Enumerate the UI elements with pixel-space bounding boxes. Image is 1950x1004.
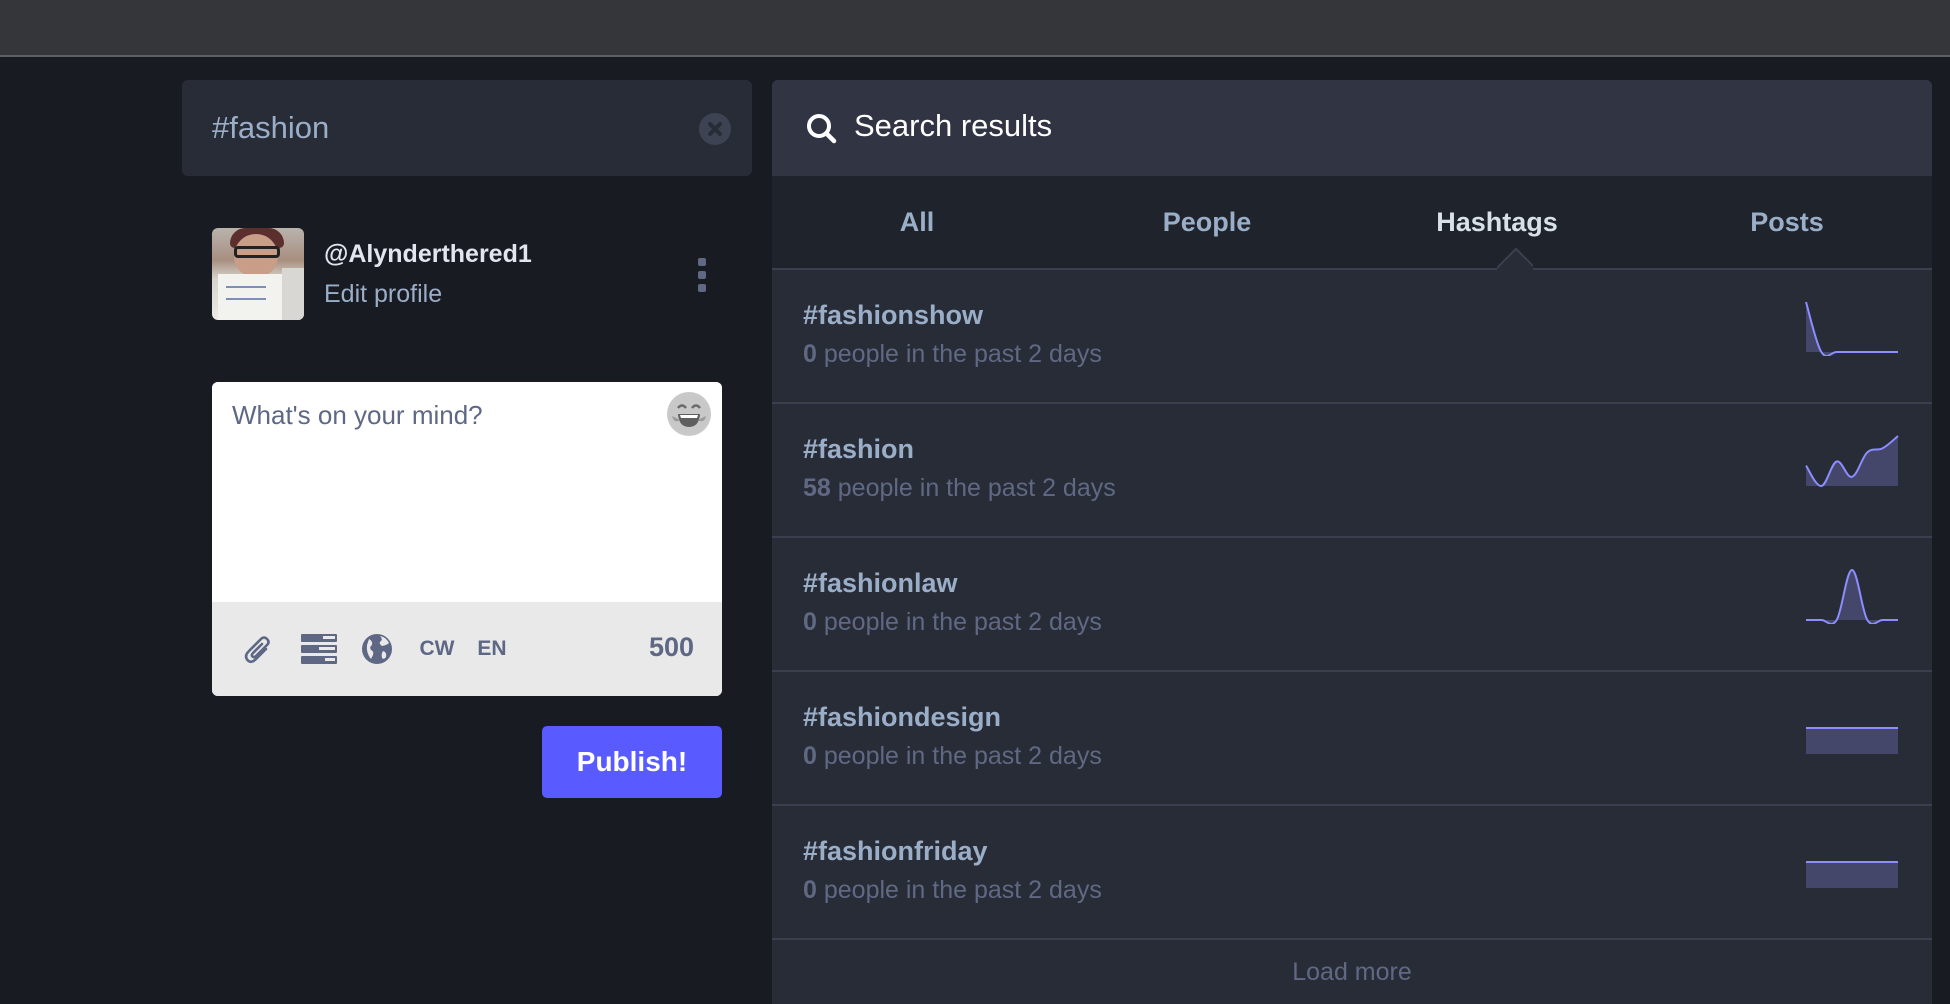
sparkline-area <box>1806 436 1898 487</box>
search-tabs: All People Hashtags Posts <box>772 176 1932 270</box>
search-box <box>182 80 752 176</box>
edit-profile-link[interactable]: Edit profile <box>324 280 442 309</box>
hashtag-sparkline <box>1806 568 1898 624</box>
search-icon <box>807 114 837 144</box>
paperclip-icon <box>244 636 270 664</box>
hashtag-row[interactable]: #fashionshow 0 people in the past 2 days <box>772 270 1932 404</box>
hashtag-sparkline <box>1806 861 1898 888</box>
clear-circle-icon <box>708 122 722 136</box>
language-button[interactable]: EN <box>475 632 509 666</box>
hashtag-count: 0 <box>803 340 817 368</box>
hashtag-count: 58 <box>803 474 831 502</box>
hashtag-list: #fashionshow 0 people in the past 2 days… <box>772 270 1932 940</box>
hashtag-stat: 0 people in the past 2 days <box>803 742 1102 771</box>
hashtag-stat: 0 people in the past 2 days <box>803 876 1102 905</box>
hashtag-sparkline <box>1806 727 1898 754</box>
hashtag-stat-text: people in the past 2 days <box>816 340 1102 368</box>
vertical-ellipsis-icon <box>698 258 706 266</box>
sparkline-area <box>1806 728 1898 754</box>
hashtag-stat: 0 people in the past 2 days <box>803 340 1102 369</box>
poll-bars-icon <box>301 634 337 664</box>
hashtag-stat-text: people in the past 2 days <box>816 608 1102 636</box>
compose-toolbar: CW EN 500 <box>212 602 722 696</box>
tab-all[interactable]: All <box>772 176 1062 268</box>
username: @Alynderthered1 <box>324 240 532 268</box>
hashtag-stat: 0 people in the past 2 days <box>803 608 1102 637</box>
avatar[interactable] <box>212 228 304 320</box>
hashtag-name: #fashionfriday <box>803 836 988 866</box>
hashtag-name: #fashion <box>803 434 915 464</box>
hashtag-name: #fashionlaw <box>803 568 958 598</box>
search-results-title: Search results <box>854 108 1053 143</box>
compose-form: CW EN 500 <box>212 382 722 696</box>
globe-icon <box>362 634 392 664</box>
search-input[interactable] <box>212 80 682 176</box>
hashtag-row[interactable]: #fashionlaw 0 people in the past 2 days <box>772 538 1932 672</box>
hashtag-name: #fashiondesign <box>803 702 1002 732</box>
sparkline-line <box>1805 301 1898 356</box>
character-counter: 500 <box>648 632 694 662</box>
content-warning-button[interactable]: CW <box>417 632 457 666</box>
emoji-picker-button[interactable] <box>667 392 711 436</box>
active-tab-indicator <box>1497 248 1533 270</box>
visibility-button[interactable] <box>360 632 394 666</box>
hashtag-stat-text: people in the past 2 days <box>816 876 1102 904</box>
hashtag-sparkline <box>1805 435 1899 487</box>
clear-search-button[interactable] <box>699 113 731 145</box>
hashtag-sparkline <box>1805 301 1898 356</box>
search-results-panel: Search results All People Hashtags Posts… <box>772 80 1932 1004</box>
hashtag-count: 0 <box>803 876 817 904</box>
hashtag-name: #fashionshow <box>803 300 984 330</box>
hashtag-stat-text: people in the past 2 days <box>830 474 1116 502</box>
publish-button[interactable]: Publish! <box>542 726 722 798</box>
profile-menu-button[interactable] <box>692 258 712 292</box>
laughing-emoji-icon <box>670 395 708 433</box>
compose-textarea[interactable] <box>212 382 722 602</box>
profile-card: @Alynderthered1 Edit profile <box>212 228 722 320</box>
hashtag-count: 0 <box>803 742 817 770</box>
browser-top-bar <box>0 0 1950 57</box>
tab-people[interactable]: People <box>1062 176 1352 268</box>
sparkline-area <box>1806 570 1898 624</box>
hashtag-stat: 58 people in the past 2 days <box>803 474 1116 503</box>
hashtag-row[interactable]: #fashion 58 people in the past 2 days <box>772 404 1932 538</box>
tab-posts[interactable]: Posts <box>1642 176 1932 268</box>
load-more-button[interactable]: Load more <box>772 940 1932 1004</box>
attach-media-button[interactable] <box>242 632 276 666</box>
hashtag-stat-text: people in the past 2 days <box>816 742 1102 770</box>
hashtag-row[interactable]: #fashionfriday 0 people in the past 2 da… <box>772 806 1932 940</box>
search-results-header: Search results <box>772 80 1932 176</box>
sparkline-area <box>1806 862 1898 888</box>
hashtag-count: 0 <box>803 608 817 636</box>
add-poll-button[interactable] <box>300 632 338 666</box>
hashtag-row[interactable]: #fashiondesign 0 people in the past 2 da… <box>772 672 1932 806</box>
